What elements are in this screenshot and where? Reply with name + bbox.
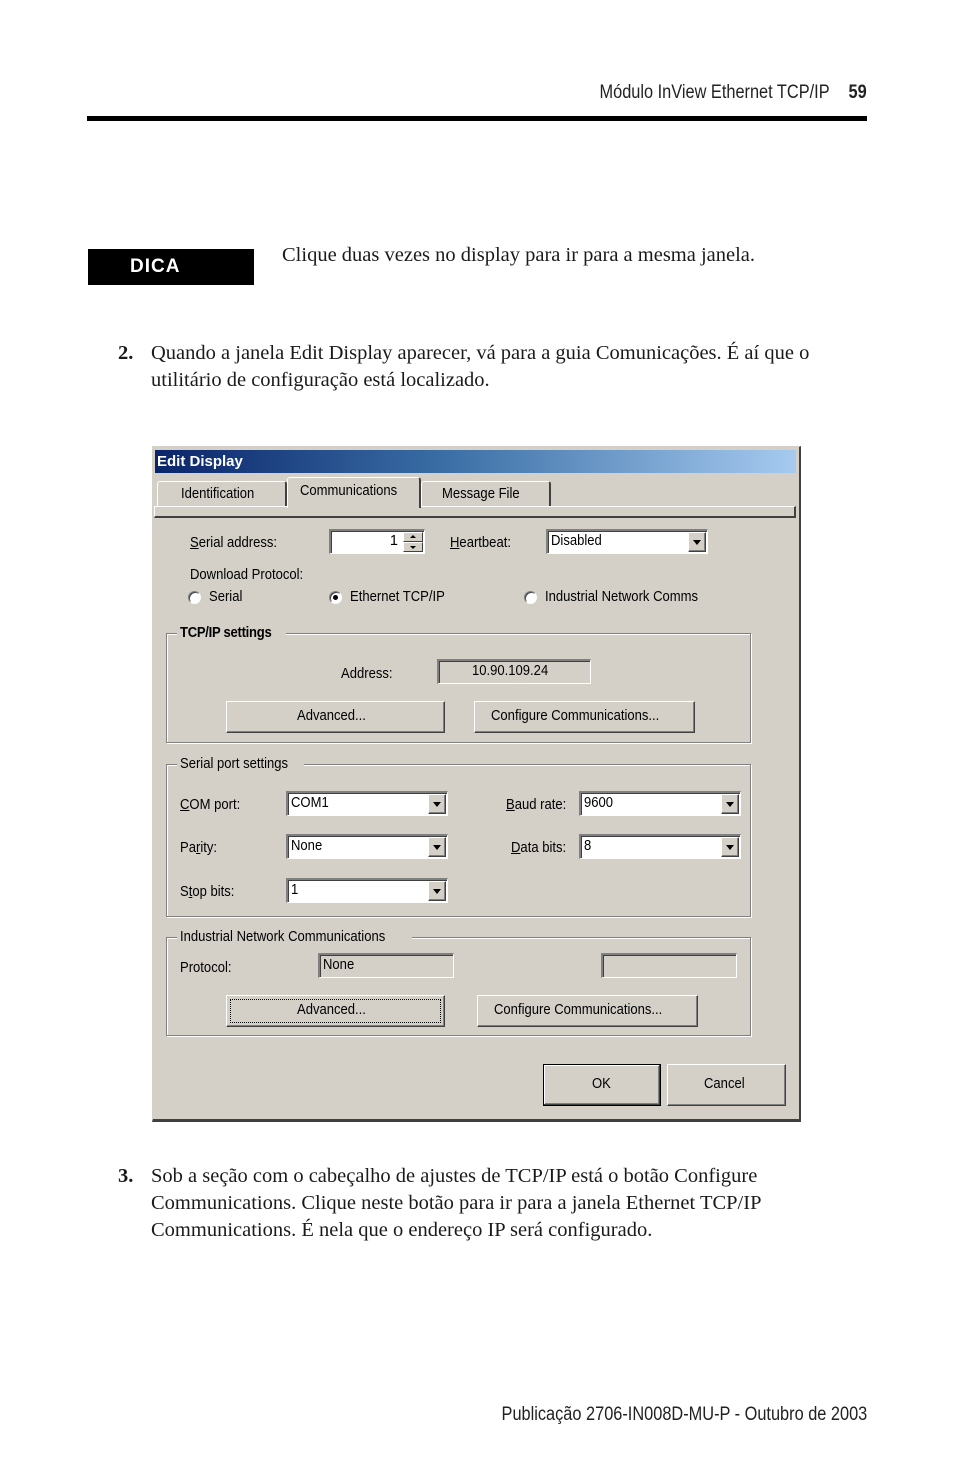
protocol-detail-field[interactable] xyxy=(601,953,737,978)
step-3: 3. Sob a seção com o cabeçalho de ajuste… xyxy=(118,1163,858,1244)
step-2: 2. Quando a janela Edit Display aparecer… xyxy=(118,340,858,394)
tcpip-settings-group: TCP/IP settings Address: 10.90.109.24 Ad… xyxy=(166,624,751,743)
spin-buttons xyxy=(403,532,423,552)
protocol-field[interactable]: None xyxy=(318,953,454,978)
dialog-title: Edit Display xyxy=(157,453,243,470)
stop-bits-select[interactable]: 1 xyxy=(286,878,448,903)
baud-rate-label: Baud rate: xyxy=(506,797,567,813)
step-text: Sob a seção com o cabeçalho de ajustes d… xyxy=(151,1165,761,1241)
data-bits-label: Data bits: xyxy=(511,840,567,856)
spin-down-icon[interactable] xyxy=(403,542,423,552)
data-bits-select[interactable]: 8 xyxy=(579,834,741,859)
ok-button[interactable]: OK xyxy=(543,1064,661,1106)
tcpip-settings-title: TCP/IP settings xyxy=(177,624,286,642)
address-field[interactable]: 10.90.109.24 xyxy=(437,659,591,684)
tcpip-advanced-button[interactable]: Advanced... xyxy=(226,701,445,733)
chevron-down-icon[interactable] xyxy=(428,837,446,857)
heartbeat-label: Heartbeat: xyxy=(450,535,511,551)
stop-bits-label: Stop bits: xyxy=(180,884,235,900)
header-rule xyxy=(87,116,867,121)
radio-industrial-network[interactable]: Industrial Network Comms xyxy=(524,589,715,605)
com-port-select[interactable]: COM1 xyxy=(286,791,448,816)
serial-address-label: Serial address: xyxy=(190,535,278,551)
step-text: Quando a janela Edit Display aparecer, v… xyxy=(151,342,810,391)
industrial-configure-communications-button[interactable]: Configure Communications... xyxy=(477,995,698,1027)
radio-serial[interactable]: Serial xyxy=(188,589,246,605)
radio-unchecked-icon xyxy=(524,590,537,604)
radio-ethernet-tcpip[interactable]: Ethernet TCP/IP xyxy=(329,589,455,605)
tcpip-configure-communications-button[interactable]: Configure Communications... xyxy=(474,701,695,733)
chevron-down-icon[interactable] xyxy=(428,881,446,901)
tip-text: Clique duas vezes no display para ir par… xyxy=(282,244,756,266)
radio-checked-icon xyxy=(329,590,342,604)
spin-up-icon[interactable] xyxy=(403,532,423,542)
chevron-down-icon[interactable] xyxy=(428,794,446,814)
com-port-label: COM port: xyxy=(180,797,241,813)
dialog-titlebar: Edit Display xyxy=(155,450,796,473)
baud-rate-select[interactable]: 9600 xyxy=(579,791,741,816)
publication-footer: Publicação 2706-IN008D-MU-P - Outubro de… xyxy=(501,1404,867,1425)
tab-strip: Identification Communications Message Fi… xyxy=(157,477,797,508)
tab-communications[interactable]: Communications xyxy=(287,477,421,508)
tab-message-file[interactable]: Message File xyxy=(421,481,551,507)
tip-badge: DICA xyxy=(88,249,254,285)
industrial-network-title: Industrial Network Communications xyxy=(177,928,413,946)
radio-unchecked-icon xyxy=(188,590,201,604)
running-title: Módulo InView Ethernet TCP/IP xyxy=(599,82,830,103)
heartbeat-select[interactable]: Disabled xyxy=(546,529,708,554)
chevron-down-icon[interactable] xyxy=(688,532,706,552)
serial-port-settings-group: Serial port settings COM port: COM1 Pari… xyxy=(166,755,751,917)
serial-address-stepper[interactable]: 1 xyxy=(329,529,425,554)
protocol-label: Protocol: xyxy=(180,960,232,976)
chevron-down-icon[interactable] xyxy=(721,837,739,857)
address-label: Address: xyxy=(341,666,393,682)
step-number: 3. xyxy=(118,1165,134,1187)
cancel-button[interactable]: Cancel xyxy=(667,1064,786,1106)
page-number: 59 xyxy=(848,82,867,103)
parity-select[interactable]: None xyxy=(286,834,448,859)
running-head: Módulo InView Ethernet TCP/IP 59 xyxy=(600,82,867,104)
edit-display-dialog: Edit Display Identification Communicatio… xyxy=(152,446,801,1122)
download-protocol-label: Download Protocol: xyxy=(190,567,304,583)
parity-label: Parity: xyxy=(180,840,218,856)
tab-identification[interactable]: Identification xyxy=(157,481,287,507)
step-number: 2. xyxy=(118,342,134,364)
industrial-advanced-button[interactable]: Advanced... xyxy=(226,995,445,1027)
chevron-down-icon[interactable] xyxy=(721,794,739,814)
serial-port-settings-title: Serial port settings xyxy=(177,755,305,773)
industrial-network-group: Industrial Network Communications Protoc… xyxy=(166,928,751,1036)
tab-panel-edge xyxy=(154,506,796,518)
